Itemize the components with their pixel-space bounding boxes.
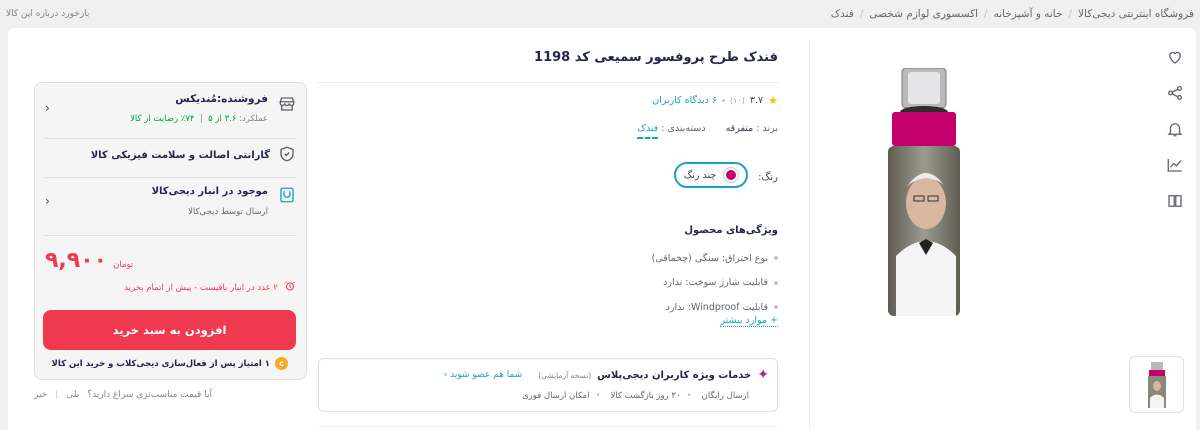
breadcrumb-separator: / bbox=[859, 8, 864, 20]
divider bbox=[45, 177, 296, 178]
seller-satisfaction: ۷۴٪ رضایت از کالا bbox=[130, 114, 195, 124]
category-field: دسته‌بندی : فندک bbox=[637, 123, 706, 139]
top-bar: فروشگاه اینترنتی دیجی‌کالا / خانه و آشپز… bbox=[0, 0, 1200, 28]
price-question-text: آیا قیمت مناسب‌تری سراغ دارید؟ bbox=[87, 390, 212, 400]
shield-icon bbox=[278, 145, 296, 166]
seller-score: ۳.۶ از ۵ bbox=[208, 114, 237, 124]
category-link[interactable]: فندک bbox=[637, 123, 659, 139]
star-icon: ★ bbox=[768, 94, 778, 107]
price-question-yes[interactable]: بلی bbox=[66, 390, 79, 400]
guarantee-label: گارانتی اصالت و سلامت فیزیکی کالا bbox=[90, 150, 270, 161]
color-option-label: چند رنگ bbox=[683, 169, 717, 181]
features-title: ویژگی‌های محصول bbox=[684, 225, 778, 236]
chevron-left-icon: ‹ bbox=[45, 101, 50, 115]
perk-item: ارسال رایگان bbox=[701, 391, 749, 401]
price-value: ۹,۹۰۰ bbox=[45, 248, 108, 273]
color-label: رنگ: bbox=[758, 172, 778, 183]
guarantee-row: گارانتی اصالت و سلامت فیزیکی کالا bbox=[91, 145, 296, 166]
perk-item: ۳۰ روز بازگشت کالا bbox=[610, 391, 691, 401]
breadcrumb-item-home-kitchen[interactable]: خانه و آشپزخانه bbox=[994, 8, 1063, 20]
heart-icon[interactable] bbox=[1164, 46, 1186, 68]
bell-icon[interactable] bbox=[1164, 118, 1186, 140]
breadcrumb-item-lighter[interactable]: فندک bbox=[831, 8, 854, 20]
stock-warning-text: ۲ عدد در انبار باقیست - پیش از اتمام بخر… bbox=[124, 282, 278, 293]
seller-stats: عملکرد: ۳.۶ از ۵ | ۷۴٪ رضایت از کالا bbox=[130, 114, 268, 124]
stock-subtitle: ارسال توسط دیجی‌کالا bbox=[188, 207, 268, 217]
seller-score-label: عملکرد: bbox=[239, 114, 268, 124]
product-thumbnail[interactable] bbox=[1129, 356, 1184, 413]
brand-label: برند : bbox=[756, 123, 778, 134]
digiplus-box: ✦ خدمات ویژه کاربران دیجی‌پلاس (نسخه آزم… bbox=[318, 358, 778, 412]
column-divider bbox=[809, 40, 810, 430]
action-rail bbox=[1160, 46, 1190, 212]
price-question: آیا قیمت مناسب‌تری سراغ دارید؟ بلی | خیر bbox=[34, 390, 212, 400]
more-features-link[interactable]: + موارد بیشتر bbox=[720, 315, 778, 327]
features-list: نوع احتراق: سنگی (چخماقی) قابلیت شارژ سو… bbox=[652, 246, 778, 320]
divider bbox=[45, 138, 296, 139]
currency-label: تومان bbox=[113, 260, 134, 270]
digiplus-title: خدمات ویژه کاربران دیجی‌پلاس bbox=[597, 369, 752, 381]
price-chart-icon[interactable] bbox=[1164, 154, 1186, 176]
price-question-no[interactable]: خیر bbox=[34, 390, 47, 400]
answer-separator: | bbox=[55, 390, 59, 400]
compare-icon[interactable] bbox=[1164, 190, 1186, 212]
chevron-left-icon: ‹ bbox=[45, 194, 50, 208]
color-option-multicolor[interactable]: چند رنگ bbox=[674, 162, 748, 188]
title-divider bbox=[318, 82, 778, 83]
digiplus-tag: (نسخه آزمایشی) bbox=[538, 370, 592, 380]
stat-separator: | bbox=[199, 114, 203, 124]
breadcrumb-separator: / bbox=[1068, 8, 1073, 20]
seller-row[interactable]: فروشنده:مُندیکس عملکرد: ۳.۶ از ۵ | ۷۴٪ ر… bbox=[45, 93, 296, 135]
stock-row[interactable]: موجود در انبار دیجی‌کالا ارسال توسط دیجی… bbox=[45, 186, 296, 230]
club-points-text: ۱ امتیاز پس از فعال‌سازی دیجی‌کلاب و خری… bbox=[51, 358, 270, 369]
alarm-icon bbox=[284, 280, 296, 295]
breadcrumb-item-accessories[interactable]: اکسسوری لوازم شخصی bbox=[869, 8, 978, 20]
digiplus-join-link[interactable]: شما هم عضو شوید › bbox=[444, 370, 523, 380]
category-label: دسته‌بندی bbox=[667, 123, 706, 134]
digiplus-perks: ارسال رایگان ۳۰ روز بازگشت کالا امکان ار… bbox=[522, 391, 749, 401]
digiplus-icon: ✦ bbox=[757, 367, 769, 383]
product-image[interactable] bbox=[874, 67, 974, 318]
coin-icon: c bbox=[275, 357, 288, 370]
add-to-cart-button[interactable]: افزودن به سبد خرید bbox=[43, 310, 296, 350]
dot-separator bbox=[722, 99, 726, 102]
rating-row: ★ ۳.۷ (۱۰) ۶ دیدگاه کاربران bbox=[652, 94, 778, 107]
stock-title: موجود در انبار دیجی‌کالا bbox=[151, 186, 268, 197]
club-points-note: c ۱ امتیاز پس از فعال‌سازی دیجی‌کلاب و خ… bbox=[52, 357, 288, 370]
feedback-link[interactable]: بازخورد درباره این کالا bbox=[6, 9, 89, 19]
price-row: تومان ۹,۹۰۰ bbox=[45, 248, 133, 273]
breadcrumb: فروشگاه اینترنتی دیجی‌کالا / خانه و آشپز… bbox=[831, 8, 1194, 20]
breadcrumb-separator: / bbox=[984, 8, 988, 20]
buy-box: فروشنده:مُندیکس عملکرد: ۳.۶ از ۵ | ۷۴٪ ر… bbox=[34, 82, 307, 380]
meta-row: برند : متفرقه دسته‌بندی : فندک bbox=[637, 123, 778, 139]
feature-item: نوع احتراق: سنگی (چخماقی) bbox=[652, 246, 778, 271]
product-title: فندک طرح پروفسور سمیعی کد 1198 bbox=[534, 50, 778, 65]
brand-field: برند : متفرقه bbox=[726, 123, 778, 134]
share-icon[interactable] bbox=[1164, 82, 1186, 104]
digiplus-header: ✦ خدمات ویژه کاربران دیجی‌پلاس (نسخه آزم… bbox=[444, 367, 769, 383]
product-card: فندک طرح پروفسور سمیعی کد 1198 ★ ۳.۷ (۱۰… bbox=[8, 28, 1196, 430]
shop-icon bbox=[278, 95, 296, 116]
warehouse-icon bbox=[278, 186, 296, 207]
rating-count: (۱۰) bbox=[730, 96, 745, 105]
feature-item: قابلیت شارژ سوخت: ندارد bbox=[652, 271, 778, 296]
category-colon: : bbox=[661, 123, 665, 134]
seller-name: فروشنده:مُندیکس bbox=[175, 93, 268, 105]
rating-value: ۳.۷ bbox=[749, 95, 764, 106]
color-swatch bbox=[724, 168, 739, 182]
stock-warning: ۲ عدد در انبار باقیست - پیش از اتمام بخر… bbox=[124, 280, 296, 295]
reviews-link[interactable]: ۶ دیدگاه کاربران bbox=[652, 95, 717, 106]
brand-value[interactable]: متفرقه bbox=[726, 123, 754, 134]
bottom-divider bbox=[318, 426, 778, 427]
breadcrumb-item-store[interactable]: فروشگاه اینترنتی دیجی‌کالا bbox=[1078, 8, 1194, 20]
perk-item: امکان ارسال فوری bbox=[522, 391, 600, 401]
divider bbox=[45, 235, 296, 236]
